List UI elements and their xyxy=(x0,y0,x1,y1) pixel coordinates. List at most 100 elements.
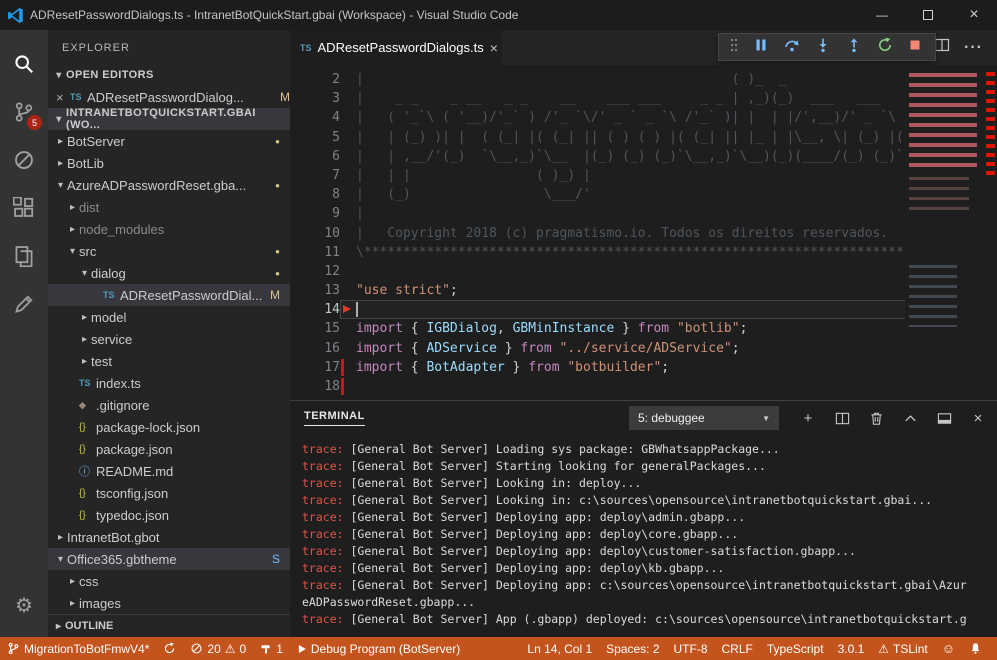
open-editors-header[interactable]: ▾ OPEN EDITORS xyxy=(48,64,290,86)
git-branch-status[interactable]: MigrationToBotFmwV4* xyxy=(0,637,156,660)
problems-status[interactable]: 20 ⚠ 0 xyxy=(183,637,253,660)
documents-activity-button[interactable] xyxy=(0,232,48,280)
code-line[interactable]: 10| Copyright 2018 (c) pragmatismo.io. T… xyxy=(290,224,983,243)
kill-terminal-button[interactable] xyxy=(867,409,885,427)
code-line[interactable]: 4| ( '_`\ ( '__)/'_` ) /'_ `\/' _ ` _ `\… xyxy=(290,108,983,127)
edit-activity-button[interactable] xyxy=(0,280,48,328)
code-line[interactable]: 3| _ _ _ __ _ _ __ ___ ___ _ _ | ,_)(_) … xyxy=(290,89,983,108)
ts-file-icon: TS xyxy=(79,378,96,388)
close-button[interactable]: × xyxy=(951,0,997,30)
source-control-activity-button[interactable]: 5 xyxy=(0,88,48,136)
tree-item[interactable]: {}tsconfig.json xyxy=(48,482,290,504)
feedback-button[interactable]: ☺ xyxy=(935,637,962,660)
code-line[interactable]: 12 xyxy=(290,262,983,281)
tree-item[interactable]: ▾dialog● xyxy=(48,262,290,284)
code-line[interactable]: 16import { ADService } from "../service/… xyxy=(290,339,983,358)
tree-item[interactable]: {}package.json xyxy=(48,438,290,460)
outline-section-header[interactable]: ▸ OUTLINE xyxy=(48,614,290,637)
tree-item[interactable]: ▾Office365.gbthemeS xyxy=(48,548,290,570)
close-panel-button[interactable]: × xyxy=(969,409,987,427)
tree-item[interactable]: ▾AzureADPasswordReset.gba...● xyxy=(48,174,290,196)
new-terminal-button[interactable]: + xyxy=(799,409,817,427)
line-body: | Copyright 2018 (c) pragmatismo.io. Tod… xyxy=(340,224,983,243)
toggle-panel-button[interactable] xyxy=(935,409,953,427)
terminal-selector-dropdown[interactable]: 5: debuggee ▼ xyxy=(629,406,779,430)
close-editor-icon[interactable]: × xyxy=(56,90,70,105)
tree-item[interactable]: ▸images xyxy=(48,592,290,614)
indentation-status[interactable]: Spaces: 2 xyxy=(599,637,666,660)
tab-adresetpassworddialogs[interactable]: TS ADResetPasswordDialogs.ts × xyxy=(290,30,502,65)
open-editor-item[interactable]: × TS ADResetPasswordDialog... M xyxy=(48,86,290,108)
pause-button[interactable] xyxy=(753,37,769,58)
search-activity-button[interactable] xyxy=(0,40,48,88)
editor[interactable]: 2| ( )_ _ |3| _ _ _ __ _ _ __ ___ ___ _ … xyxy=(290,65,997,400)
gutter-slot xyxy=(340,224,356,243)
tree-item[interactable]: ▸service xyxy=(48,328,290,350)
tree-item[interactable]: ◆.gitignore xyxy=(48,394,290,416)
tasks-status[interactable]: 1 xyxy=(253,637,290,660)
maximize-panel-button[interactable] xyxy=(901,409,919,427)
ts-file-icon: TS xyxy=(300,43,312,53)
code-line[interactable]: 5| | (_) )| | ( (_| |( (_| || ( ) ( ) |(… xyxy=(290,128,983,147)
split-terminal-button[interactable] xyxy=(833,409,851,427)
drag-handle[interactable] xyxy=(730,37,738,58)
code-line[interactable]: 15import { IGBDialog, GBMinInstance } fr… xyxy=(290,319,983,338)
tree-item[interactable]: ⓘREADME.md xyxy=(48,460,290,482)
extensions-activity-button[interactable] xyxy=(0,184,48,232)
minimize-button[interactable]: — xyxy=(859,0,905,30)
cursor-position-status[interactable]: Ln 14, Col 1 xyxy=(520,637,599,660)
tree-item[interactable]: ▸node_modules xyxy=(48,218,290,240)
overview-ruler[interactable] xyxy=(983,65,997,400)
chevron-right-icon: ▸ xyxy=(78,356,91,367)
code-line[interactable]: 8| (_) \___/' | xyxy=(290,185,983,204)
terminal-tab[interactable]: TERMINAL xyxy=(304,410,365,426)
json-file-icon: {} xyxy=(79,444,96,455)
tree-item[interactable]: ▸css xyxy=(48,570,290,592)
tree-item[interactable]: {}package-lock.json xyxy=(48,416,290,438)
tree-item[interactable]: {}typedoc.json xyxy=(48,504,290,526)
more-actions-button[interactable]: ··· xyxy=(964,39,983,57)
workspace-section-header[interactable]: ▾ INTRANETBOTQUICKSTART.GBAI (WO... xyxy=(48,108,290,130)
language-mode-status[interactable]: TypeScript xyxy=(760,637,831,660)
eol-status[interactable]: CRLF xyxy=(715,637,760,660)
tree-item[interactable]: TSADResetPasswordDial...M xyxy=(48,284,290,306)
debug-target-status[interactable]: Debug Program (BotServer) xyxy=(290,637,467,660)
code-line[interactable]: 6| | ,__/'(_) `\__,_)`\__ |(_) (_) (_)`\… xyxy=(290,147,983,166)
restart-icon xyxy=(877,37,893,53)
json-file-icon: {} xyxy=(79,422,96,433)
typescript-version-status[interactable]: 3.0.1 xyxy=(831,637,872,660)
tree-item[interactable]: ▸IntranetBot.gbot xyxy=(48,526,290,548)
split-editor-button[interactable] xyxy=(934,37,950,58)
minimap[interactable] xyxy=(905,65,983,365)
encoding-status[interactable]: UTF-8 xyxy=(667,637,715,660)
tree-item[interactable]: ▸BotLib xyxy=(48,152,290,174)
sync-status[interactable] xyxy=(156,637,183,660)
tree-item[interactable]: ▸BotServer● xyxy=(48,130,290,152)
glyph-margin xyxy=(290,166,308,185)
step-out-button[interactable] xyxy=(846,37,862,58)
tree-item[interactable]: ▸dist xyxy=(48,196,290,218)
tree-item[interactable]: TSindex.ts xyxy=(48,372,290,394)
code-line[interactable]: 13"use strict"; xyxy=(290,281,983,300)
code-line[interactable]: 9| | xyxy=(290,204,983,223)
terminal-output[interactable]: trace: [General Bot Server] Loading sys … xyxy=(290,435,997,637)
step-into-button[interactable] xyxy=(815,37,831,58)
notifications-button[interactable] xyxy=(962,637,989,660)
tslint-status[interactable]: ⚠ TSLint xyxy=(871,637,934,660)
tree-item[interactable]: ▸model xyxy=(48,306,290,328)
code-line[interactable]: 7| | | ( )_) | | xyxy=(290,166,983,185)
code-line[interactable]: 17import { BotAdapter } from "botbuilder… xyxy=(290,358,983,377)
code-line[interactable]: 18 xyxy=(290,377,983,396)
tab-close-icon[interactable]: × xyxy=(490,40,498,56)
stop-button[interactable] xyxy=(907,37,923,58)
step-over-button[interactable] xyxy=(784,37,800,58)
code-line[interactable]: 14 xyxy=(290,300,983,319)
tree-item[interactable]: ▸test xyxy=(48,350,290,372)
code-line[interactable]: 11\*************************************… xyxy=(290,243,983,262)
tree-item[interactable]: ▾src● xyxy=(48,240,290,262)
debug-activity-button[interactable] xyxy=(0,136,48,184)
maximize-button[interactable] xyxy=(905,0,951,30)
settings-button[interactable]: ⚙ xyxy=(0,581,48,629)
restart-button[interactable] xyxy=(877,37,893,58)
code-line[interactable]: 2| ( )_ _ | xyxy=(290,70,983,89)
